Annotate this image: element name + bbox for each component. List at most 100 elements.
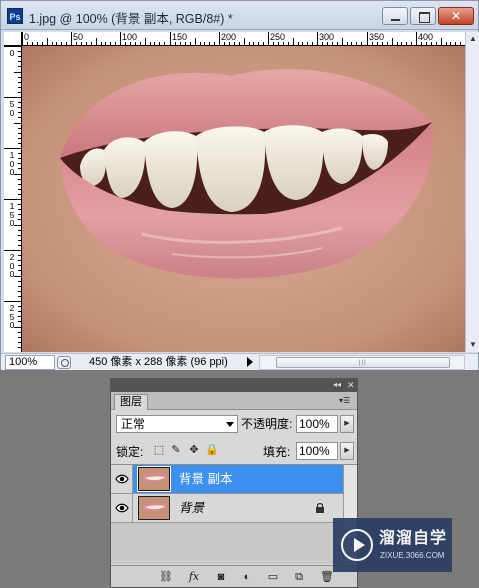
play-logo-icon bbox=[341, 529, 373, 561]
fill-field[interactable]: 100% bbox=[296, 442, 338, 460]
layers-list: 背景 副本 背景 bbox=[111, 464, 357, 565]
blend-mode-select[interactable]: 正常 bbox=[116, 415, 238, 433]
ruler-minor-tick bbox=[18, 311, 21, 312]
new-layer-icon[interactable]: ⧉ bbox=[291, 570, 307, 584]
layer-row[interactable]: 背景 bbox=[111, 494, 343, 523]
ruler-minor-tick bbox=[175, 42, 176, 45]
ruler-tick bbox=[4, 97, 21, 98]
ruler-minor-tick bbox=[283, 42, 284, 45]
ruler-tick bbox=[4, 199, 21, 200]
tab-layers[interactable]: 图层 bbox=[114, 394, 148, 410]
ruler-minor-tick bbox=[18, 260, 21, 261]
lips-thumbnail-image bbox=[139, 497, 169, 519]
lock-transparent-pixels-icon[interactable]: ⬚ bbox=[152, 443, 166, 457]
ruler-minor-tick bbox=[52, 42, 53, 45]
ruler-minor-tick bbox=[351, 42, 352, 45]
panel-close-icon[interactable]: ✕ bbox=[347, 380, 355, 390]
mask-icon[interactable]: ◙ bbox=[213, 570, 229, 584]
info-menu-arrow-icon[interactable] bbox=[247, 357, 253, 367]
ruler-minor-tick bbox=[18, 163, 21, 164]
scroll-up-arrow-icon[interactable]: ▲ bbox=[466, 32, 479, 46]
ruler-label: 150 bbox=[172, 32, 188, 42]
ruler-minor-tick bbox=[18, 179, 21, 180]
ruler-minor-tick bbox=[200, 42, 201, 45]
layer-name[interactable]: 背景 bbox=[179, 501, 204, 515]
trash-icon[interactable]: 🗑 bbox=[319, 570, 335, 584]
ruler-minor-tick bbox=[18, 168, 21, 169]
ruler-minor-tick bbox=[397, 42, 398, 45]
ruler-minor-tick bbox=[204, 42, 205, 45]
ruler-minor-tick bbox=[180, 42, 181, 45]
lock-all-icon[interactable]: 🔒 bbox=[205, 443, 219, 457]
ruler-minor-tick bbox=[42, 42, 43, 45]
document-titlebar[interactable]: Ps 1.jpg @ 100% (背景 副本, RGB/8#) * ✕ bbox=[1, 1, 478, 30]
ruler-minor-tick bbox=[214, 42, 215, 45]
ruler-minor-tick bbox=[18, 204, 21, 205]
ruler-minor-tick bbox=[18, 128, 21, 129]
visibility-toggle[interactable] bbox=[111, 465, 133, 493]
image-canvas[interactable] bbox=[22, 46, 465, 352]
ruler-minor-tick bbox=[406, 42, 407, 45]
collapse-icon[interactable]: ◂◂ bbox=[333, 380, 341, 390]
layer-thumbnail[interactable] bbox=[138, 496, 170, 520]
adjustment-icon[interactable]: ◐ bbox=[239, 570, 255, 584]
vertical-ruler[interactable]: 0 5 0 1 0 0 1 5 0 2 0 0 2 5 0 bbox=[4, 46, 22, 352]
ruler-minor-tick bbox=[86, 42, 87, 45]
ruler-minor-tick bbox=[229, 42, 230, 45]
opacity-slider-button[interactable]: ▶ bbox=[340, 415, 354, 433]
ruler-minor-tick bbox=[426, 42, 427, 45]
link-icon[interactable]: ⛓ bbox=[157, 570, 175, 584]
horizontal-ruler[interactable]: 0 50 100 150 200 250 300 350 400 bbox=[22, 32, 465, 46]
status-refresh-icon[interactable] bbox=[57, 356, 71, 369]
visibility-toggle[interactable] bbox=[111, 494, 133, 522]
layer-thumbnail[interactable] bbox=[137, 466, 171, 492]
ruler-origin[interactable] bbox=[4, 32, 22, 46]
ruler-minor-tick bbox=[234, 42, 235, 45]
scrollbar-thumb[interactable]: ||| bbox=[276, 357, 450, 368]
panel-menu-icon[interactable]: ▾☰ bbox=[339, 395, 353, 407]
fx-icon[interactable]: fx bbox=[185, 570, 203, 584]
ruler-minor-tick bbox=[18, 209, 21, 210]
layer-row[interactable]: 背景 副本 bbox=[111, 465, 343, 494]
ruler-minor-tick bbox=[91, 42, 92, 45]
fill-slider-button[interactable]: ▶ bbox=[340, 442, 354, 460]
opacity-field[interactable]: 100% bbox=[296, 415, 338, 433]
watermark-url: ZIXUE.3066.COM bbox=[380, 551, 445, 560]
ruler-label: 200 bbox=[221, 32, 237, 42]
lock-image-pixels-icon[interactable]: ✎ bbox=[169, 443, 183, 457]
ruler-minor-tick bbox=[190, 42, 191, 45]
ruler-minor-tick bbox=[18, 61, 21, 62]
minimize-button[interactable] bbox=[382, 7, 408, 25]
document-title: 1.jpg @ 100% (背景 副本, RGB/8#) * bbox=[29, 12, 233, 26]
vertical-scrollbar[interactable]: ▲ ▼ bbox=[465, 32, 479, 352]
ruler-minor-tick bbox=[18, 51, 21, 52]
scroll-down-arrow-icon[interactable]: ▼ bbox=[466, 338, 479, 352]
photoshop-icon: Ps bbox=[7, 8, 23, 24]
maximize-button[interactable] bbox=[410, 7, 436, 25]
folder-icon[interactable]: ▭ bbox=[265, 570, 281, 584]
ruler-minor-tick bbox=[130, 42, 131, 45]
watermark-title: 溜溜自学 bbox=[379, 530, 448, 547]
ruler-minor-tick bbox=[18, 184, 21, 185]
ruler-minor-tick bbox=[18, 66, 21, 67]
ruler-minor-tick bbox=[253, 42, 254, 45]
ruler-minor-tick bbox=[18, 291, 21, 292]
ruler-minor-tick bbox=[18, 332, 21, 333]
lock-position-icon[interactable]: ✥ bbox=[187, 443, 201, 457]
ruler-minor-tick bbox=[76, 42, 77, 45]
ruler-minor-tick bbox=[460, 42, 461, 45]
layers-panel: ◂◂ ✕ 图层 ▾☰ 正常 不透明度: 100% ▶ 锁定: ⬚ ✎ ✥ 🔒 填… bbox=[110, 378, 358, 588]
ruler-minor-tick bbox=[258, 42, 259, 45]
ruler-minor-tick bbox=[18, 214, 21, 215]
zoom-level-field[interactable]: 100% bbox=[5, 355, 55, 370]
layer-name[interactable]: 背景 副本 bbox=[179, 472, 232, 486]
horizontal-scrollbar[interactable]: ||| bbox=[259, 355, 465, 370]
close-button[interactable]: ✕ bbox=[438, 7, 474, 25]
ruler-minor-tick bbox=[140, 42, 141, 45]
ruler-minor-tick bbox=[401, 42, 402, 45]
ruler-minor-tick bbox=[18, 255, 21, 256]
ruler-minor-tick bbox=[18, 296, 21, 297]
panel-dock-bar[interactable]: ◂◂ ✕ bbox=[111, 379, 357, 392]
ruler-minor-tick bbox=[66, 42, 67, 45]
ruler-minor-tick bbox=[56, 42, 57, 45]
